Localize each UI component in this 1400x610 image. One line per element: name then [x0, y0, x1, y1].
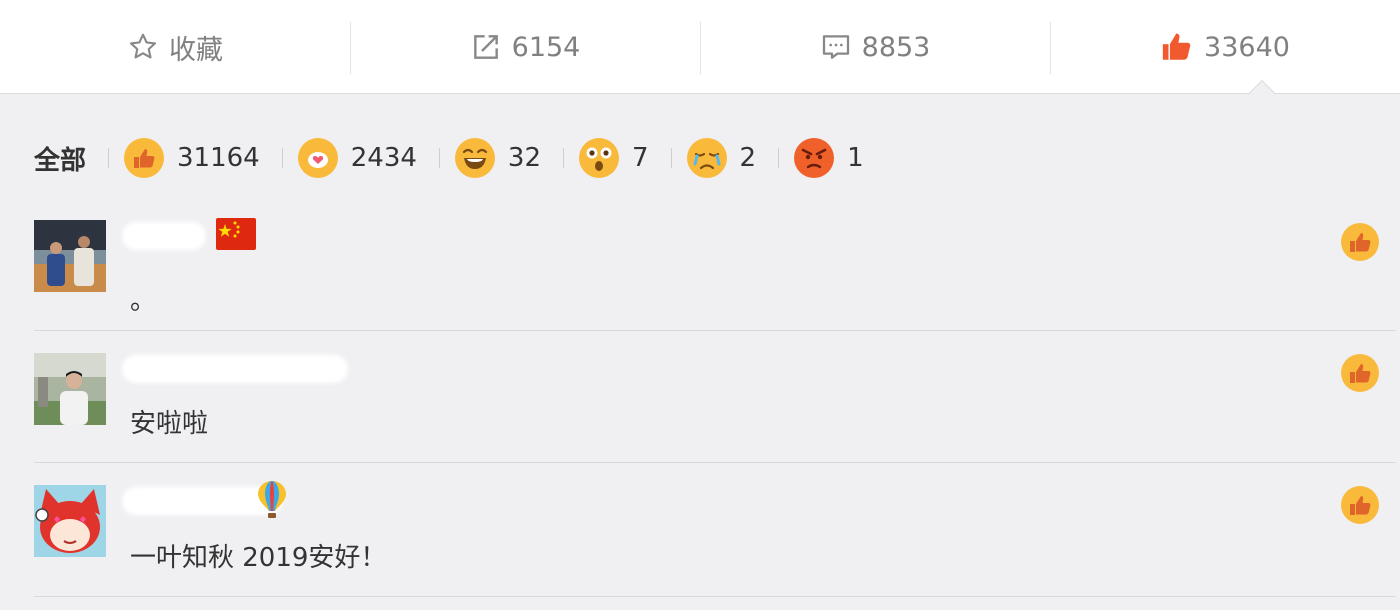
- comment-like-button[interactable]: [1340, 353, 1380, 393]
- comment-text: 一叶知秋 2019安好！: [130, 543, 387, 573]
- divider: [281, 148, 283, 168]
- favorite-button[interactable]: 收藏: [0, 0, 350, 94]
- comment-like-button[interactable]: [1340, 222, 1380, 262]
- reaction-count: 31164: [177, 143, 260, 173]
- sad-emoji-icon: [686, 137, 728, 179]
- avatar[interactable]: [34, 353, 106, 425]
- username-redacted[interactable]: [122, 222, 206, 250]
- comment-item: 安啦啦: [34, 331, 1396, 463]
- star-icon: [129, 33, 157, 59]
- post-action-bar: 收藏 6154 8853 33640: [0, 0, 1400, 94]
- reaction-laugh[interactable]: 32: [454, 137, 541, 179]
- reaction-heart[interactable]: 2434: [297, 137, 417, 179]
- like-emoji-icon: [123, 137, 165, 179]
- heart-emoji-icon: [297, 137, 339, 179]
- divider: [438, 148, 440, 168]
- comment-text: 。: [130, 286, 157, 316]
- username-redacted[interactable]: [122, 355, 348, 383]
- like-count: 33640: [1204, 31, 1290, 63]
- reaction-count: 7: [632, 143, 649, 173]
- reaction-surprised[interactable]: 7: [578, 137, 649, 179]
- like-button[interactable]: 33640: [1050, 0, 1400, 94]
- laugh-emoji-icon: [454, 137, 496, 179]
- repost-button[interactable]: 6154: [350, 0, 700, 94]
- thumbs-up-icon: [1341, 223, 1379, 261]
- reaction-count: 2: [739, 143, 757, 173]
- reaction-count: 32: [507, 143, 541, 173]
- comment-button[interactable]: 8853: [700, 0, 1050, 94]
- reaction-all-tab[interactable]: 全部: [34, 140, 86, 177]
- divider: [108, 148, 110, 168]
- divider: [670, 148, 672, 168]
- avatar[interactable]: [34, 220, 106, 292]
- china-flag-icon: [216, 218, 256, 250]
- share-icon: [473, 35, 498, 59]
- comment-item: 一叶知秋 2019安好！: [34, 463, 1396, 597]
- thumbs-up-icon: [1341, 486, 1379, 524]
- comment-icon: [822, 35, 849, 59]
- surprised-emoji-icon: [578, 137, 620, 179]
- reaction-angry[interactable]: 1: [793, 137, 864, 179]
- avatar[interactable]: [34, 485, 106, 557]
- reaction-like[interactable]: 31164: [123, 137, 260, 179]
- reaction-count: 2434: [350, 143, 417, 173]
- comment-count: 8853: [861, 31, 931, 63]
- comment-text: 安啦啦: [130, 409, 209, 439]
- reaction-count: 1: [847, 143, 864, 173]
- hot-air-balloon-icon: [258, 481, 286, 518]
- thumbs-up-icon: [1162, 33, 1191, 60]
- reaction-sad[interactable]: 2: [686, 137, 757, 179]
- reaction-summary: 全部 31164 2434 32 7 2 1: [34, 136, 886, 180]
- comment-like-button[interactable]: [1340, 485, 1380, 525]
- repost-count: 6154: [511, 31, 581, 63]
- angry-emoji-icon: [793, 137, 835, 179]
- thumbs-up-icon: [1341, 354, 1379, 392]
- comment-item: 。: [34, 206, 1396, 331]
- divider: [778, 148, 780, 168]
- favorite-label: 收藏: [169, 34, 223, 66]
- divider: [563, 148, 564, 168]
